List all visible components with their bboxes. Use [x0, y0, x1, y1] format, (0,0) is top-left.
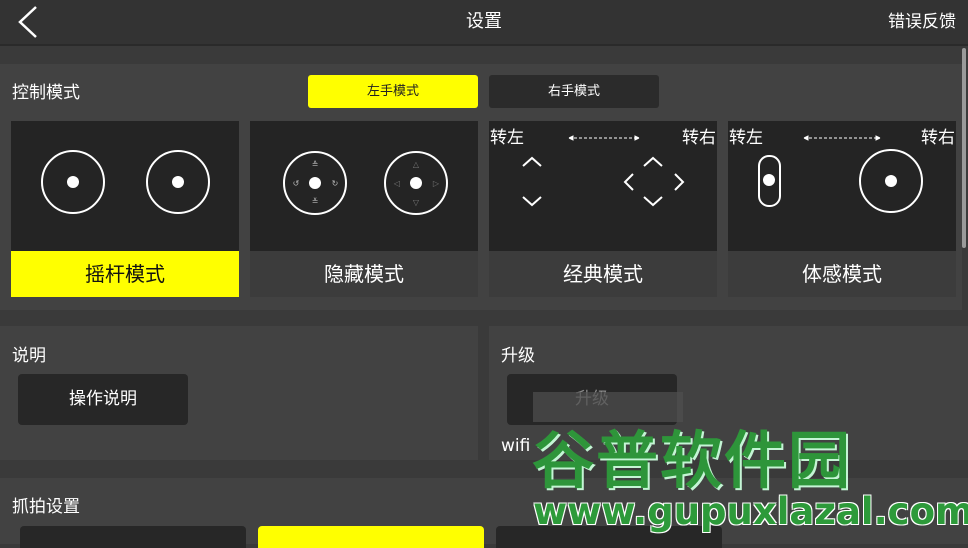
svg-text:≙: ≙ [312, 160, 319, 169]
joystick-mode-card[interactable]: 摇杆模式 [11, 121, 239, 297]
motion-mode-card[interactable]: 转左 转右 体感模式 [728, 121, 956, 297]
motion-mode-label: 体感模式 [728, 251, 956, 297]
svg-text:↻: ↻ [332, 179, 339, 188]
svg-text:↺: ↺ [293, 179, 300, 188]
watermark-brand: 谷普软件园 [532, 424, 853, 497]
upgrade-title: 升级 [501, 346, 535, 366]
capture-option-1[interactable] [20, 526, 246, 548]
wifi-label: wifi [501, 436, 531, 456]
svg-text:▷: ▷ [433, 179, 440, 188]
svg-text:▽: ▽ [413, 198, 420, 207]
classic-mode-label: 经典模式 [489, 251, 717, 297]
capture-title: 抓拍设置 [12, 497, 80, 517]
svg-text:◁: ◁ [393, 179, 400, 188]
hidden-mode-label: 隐藏模式 [250, 251, 478, 297]
control-mode-title: 控制模式 [12, 83, 80, 103]
motion-pads-icon [758, 135, 923, 213]
left-hand-mode-tab[interactable]: 左手模式 [308, 75, 478, 108]
hidden-mode-card[interactable]: ≙ ≚ ↺ ↻ △ ▽ ◁ ▷ 隐藏模式 [250, 121, 478, 297]
instructions-button[interactable]: 操作说明 [18, 374, 188, 425]
scrollbar[interactable] [962, 48, 966, 248]
help-title: 说明 [12, 346, 46, 366]
page-title: 设置 [466, 11, 502, 32]
svg-text:△: △ [413, 160, 420, 169]
hidden-pads-icon: ≙ ≚ ↺ ↻ △ ▽ ◁ ▷ [283, 151, 448, 215]
top-bar: 设置 错误反馈 [0, 0, 968, 46]
svg-text:≚: ≚ [312, 197, 319, 206]
classic-arrows-icon [522, 135, 685, 207]
right-hand-mode-tab[interactable]: 右手模式 [489, 75, 659, 108]
joystick-pads-icon [41, 150, 210, 214]
joystick-mode-label: 摇杆模式 [11, 251, 239, 297]
feedback-button[interactable]: 错误反馈 [888, 0, 956, 44]
classic-mode-card[interactable]: 转左 转右 经典模式 [489, 121, 717, 297]
watermark-url: www.gupuxlazal.com [533, 490, 968, 533]
capture-option-2[interactable] [258, 526, 484, 548]
